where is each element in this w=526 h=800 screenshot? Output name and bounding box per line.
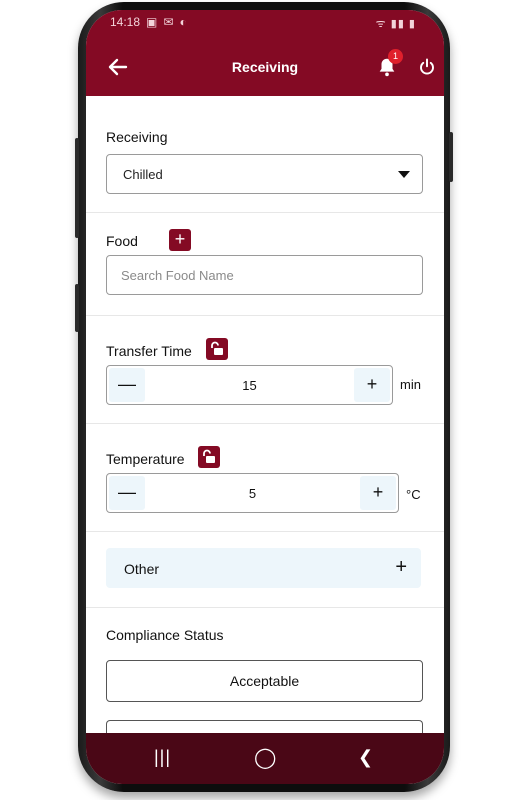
compliance-status-label: Compliance Status [106, 627, 224, 643]
status-bar: 14:18 ▣ ✉ ◐ [110, 15, 187, 29]
other-expander[interactable]: Other + [106, 548, 421, 588]
receiving-selected-value: Chilled [123, 167, 163, 182]
expand-plus-icon: + [395, 556, 407, 578]
acceptable-button[interactable]: Acceptable [106, 660, 423, 702]
temperature-section: Temperature — 5 + °C [86, 423, 444, 532]
receiving-label: Receiving [106, 129, 168, 145]
add-food-button[interactable]: + [169, 229, 191, 251]
sync-icon: ◐ [179, 15, 187, 29]
form-content: Receiving Chilled Food + Search Food Nam… [86, 96, 444, 750]
status-signal-icons: ᯤ ▮▮ ▮ [375, 18, 416, 30]
dropdown-caret-icon [398, 171, 410, 178]
food-section: Food + Search Food Name [86, 212, 444, 316]
notification-status-icon: ✉ [163, 15, 174, 29]
recent-apps-icon[interactable]: ||| [154, 747, 171, 768]
transfer-time-section: Transfer Time — 15 + min [86, 315, 444, 424]
other-label: Other [124, 561, 160, 577]
power-side-button [449, 132, 453, 182]
app-screen: 14:18 ▣ ✉ ◐ ᯤ ▮▮ ▮ Receiving 1 Receiving… [86, 10, 444, 784]
gallery-icon: ▣ [146, 15, 158, 29]
back-nav-icon[interactable]: ❮ [358, 747, 373, 768]
temperature-increment-button[interactable]: + [360, 476, 396, 510]
transfer-time-increment-button[interactable]: + [354, 368, 390, 402]
food-search-input[interactable]: Search Food Name [106, 255, 423, 295]
food-search-placeholder: Search Food Name [121, 268, 234, 283]
food-label: Food + [106, 229, 191, 251]
app-header: 14:18 ▣ ✉ ◐ ᯤ ▮▮ ▮ Receiving 1 [86, 10, 444, 96]
temperature-decrement-button[interactable]: — [109, 476, 145, 510]
temperature-label: Temperature [106, 451, 185, 467]
temperature-value[interactable]: 5 [147, 486, 358, 501]
receiving-section: Receiving Chilled [86, 96, 444, 213]
temperature-unit: °C [406, 487, 421, 502]
transfer-time-unit: min [400, 377, 421, 392]
power-icon[interactable] [418, 58, 436, 76]
transfer-time-value[interactable]: 15 [147, 378, 352, 393]
notification-badge: 1 [388, 49, 403, 64]
home-icon[interactable]: ◯ [254, 745, 276, 770]
lock-icon[interactable] [206, 338, 228, 360]
food-label-text: Food [106, 233, 138, 249]
status-time: 14:18 [110, 15, 141, 29]
transfer-time-stepper: — 15 + [106, 365, 393, 405]
bixby-button [75, 284, 79, 332]
volume-button [75, 138, 79, 238]
transfer-time-label: Transfer Time [106, 343, 192, 359]
lock-icon[interactable] [198, 446, 220, 468]
transfer-time-decrement-button[interactable]: — [109, 368, 145, 402]
temperature-stepper: — 5 + [106, 473, 399, 513]
other-section: Other + [86, 531, 444, 608]
receiving-select[interactable]: Chilled [106, 154, 423, 194]
system-nav-bar: ||| ◯ ❮ [86, 733, 444, 784]
